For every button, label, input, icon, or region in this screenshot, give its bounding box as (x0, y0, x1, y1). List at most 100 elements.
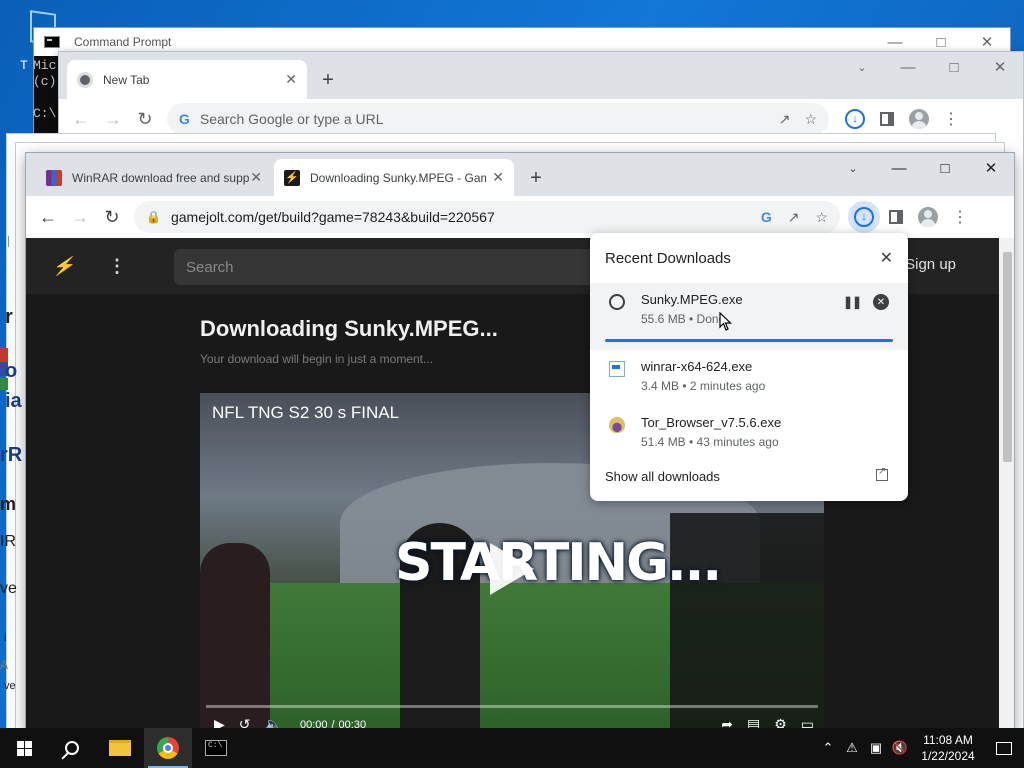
share-icon[interactable]: ↗ (779, 111, 791, 128)
search-icon (65, 741, 79, 755)
start-button[interactable] (0, 728, 48, 768)
downloads-button[interactable]: ↓ (848, 201, 880, 233)
tab-search-button[interactable]: ⌄ (839, 52, 885, 82)
exe-icon (609, 361, 625, 377)
tab-gamejolt[interactable]: ⚡ Downloading Sunky.MPEG - Gam ✕ (274, 159, 514, 196)
video-caption: STARTING... (395, 533, 722, 593)
maximize-button[interactable]: □ (931, 52, 977, 82)
file-explorer-button[interactable] (96, 728, 144, 768)
search-button[interactable] (48, 728, 96, 768)
close-tab-icon[interactable]: ✕ (250, 169, 262, 186)
close-tab-icon[interactable]: ✕ (285, 71, 297, 88)
cmd-text-line: Mic (33, 58, 57, 73)
tab-strip: WinRAR download free and supp ✕ ⚡ Downlo… (26, 153, 1014, 196)
fragment-text: rR (0, 444, 23, 466)
video-progress-bar[interactable] (206, 705, 818, 708)
new-tab-button[interactable]: + (314, 66, 342, 94)
download-item[interactable]: Sunky.MPEG.exe 55.6 MB • Done ❚❚ ✕ (590, 283, 908, 350)
tab-new-tab[interactable]: New Tab ✕ (67, 60, 307, 99)
download-item[interactable]: winrar-x64-624.exe 3.4 MB • 2 minutes ag… (590, 350, 908, 406)
clock[interactable]: 11:08 AM 1/22/2024 (912, 732, 984, 764)
network-icon[interactable]: ▣ (864, 740, 888, 756)
close-icon[interactable]: ✕ (880, 248, 893, 268)
onion-icon (609, 417, 625, 433)
downloads-title: Recent Downloads (605, 249, 731, 267)
signup-link[interactable]: Sign up (905, 256, 956, 273)
bookmark-star-icon[interactable]: ☆ (804, 111, 817, 128)
cmd-text-line: C:\ (33, 106, 57, 121)
url-text: gamejolt.com/get/build?game=78243&build=… (170, 209, 495, 225)
menu-button[interactable]: ⋮ (935, 103, 967, 135)
download-meta: 51.4 MB • 43 minutes ago (641, 435, 779, 449)
chevron-up-icon[interactable]: ⌃ (816, 740, 840, 756)
play-icon[interactable] (490, 543, 534, 595)
video-frame-person (200, 543, 270, 731)
reload-button[interactable]: ↻ (129, 103, 161, 135)
menu-button[interactable]: ⋮ (944, 201, 976, 233)
downloads-button[interactable]: ↓ (839, 103, 871, 135)
new-tab-button[interactable]: + (522, 164, 550, 192)
download-icon: ↓ (854, 207, 874, 227)
tab-strip: New Tab ✕ + ⌄ — □ ✕ (59, 52, 1023, 99)
side-panel-button[interactable] (871, 103, 903, 135)
chrome-favicon-icon (77, 71, 93, 88)
close-button[interactable]: ✕ (977, 52, 1023, 82)
scrollbar-thumb[interactable] (1003, 252, 1012, 462)
share-icon[interactable]: ↗ (788, 209, 800, 226)
gamejolt-logo-icon[interactable]: ⚡ (52, 256, 74, 276)
fragment-text: o (5, 360, 18, 382)
minimize-button[interactable]: — (885, 52, 931, 82)
chrome-icon (157, 737, 179, 759)
tab-label: Downloading Sunky.MPEG - Gam (310, 170, 486, 185)
cancel-icon[interactable]: ✕ (873, 294, 889, 310)
scrollbar[interactable] (999, 238, 1014, 731)
open-external-icon[interactable] (876, 466, 888, 481)
folder-icon (109, 740, 131, 756)
bookmark-star-icon[interactable]: ☆ (815, 209, 828, 226)
clock-time: 11:08 AM (923, 733, 973, 747)
toolbar: ← → ↻ 🔒 gamejolt.com/get/build?game=7824… (26, 196, 1014, 238)
notification-icon (996, 741, 1012, 755)
omnibox[interactable]: G Search Google or type a URL ↗ ☆ (167, 103, 829, 135)
fragment-text: ia (5, 390, 22, 412)
tab-label: WinRAR download free and supp (72, 170, 250, 185)
downloads-bubble: Recent Downloads ✕ Sunky.MPEG.exe 55.6 M… (590, 233, 908, 501)
cmd-icon: C:\ (205, 740, 227, 756)
close-tab-icon[interactable]: ✕ (492, 169, 504, 186)
avatar-icon (909, 109, 929, 129)
show-all-downloads-link[interactable]: Show all downloads (605, 469, 720, 484)
download-name: Tor_Browser_v7.5.6.exe (641, 415, 782, 430)
close-button[interactable]: ✕ (968, 153, 1014, 183)
tab-winrar[interactable]: WinRAR download free and supp ✕ (36, 159, 272, 196)
cmd-title: Command Prompt (74, 35, 172, 49)
chrome-taskbar-button[interactable] (144, 728, 192, 768)
cmd-taskbar-button[interactable]: C:\ (192, 728, 240, 768)
profile-button[interactable] (903, 103, 935, 135)
windows-logo-icon (16, 740, 32, 756)
winrar-favicon-icon (46, 169, 62, 186)
omnibox-placeholder: Search Google or type a URL (199, 111, 384, 127)
omnibox[interactable]: 🔒 gamejolt.com/get/build?game=78243&buil… (134, 201, 840, 233)
reload-button[interactable]: ↻ (96, 201, 128, 233)
fragment-text: IR (0, 533, 16, 550)
notifications-button[interactable] (984, 741, 1024, 755)
tab-search-button[interactable]: ⌄ (830, 153, 876, 183)
forward-button[interactable]: → (97, 103, 129, 135)
volume-muted-icon[interactable]: 🔇 (888, 740, 912, 756)
profile-button[interactable] (912, 201, 944, 233)
maximize-button[interactable]: □ (922, 153, 968, 183)
download-item[interactable]: Tor_Browser_v7.5.6.exe 51.4 MB • 43 minu… (590, 406, 908, 462)
lock-icon[interactable]: 🔒 (146, 210, 161, 224)
pause-icon[interactable]: ❚❚ (843, 295, 862, 309)
security-alert-icon[interactable]: ⚠ (840, 740, 864, 756)
back-button[interactable]: ← (32, 201, 64, 233)
side-panel-button[interactable] (880, 201, 912, 233)
minimize-button[interactable]: — (876, 153, 922, 183)
forward-button[interactable]: → (64, 201, 96, 233)
google-lens-g-icon[interactable]: G (761, 209, 772, 225)
download-name: winrar-x64-624.exe (641, 359, 753, 374)
menu-dots-icon[interactable]: ⋮ (108, 256, 126, 277)
download-meta: 55.6 MB • Done (641, 312, 726, 326)
fragment-text: r (5, 306, 13, 328)
back-button[interactable]: ← (65, 103, 97, 135)
